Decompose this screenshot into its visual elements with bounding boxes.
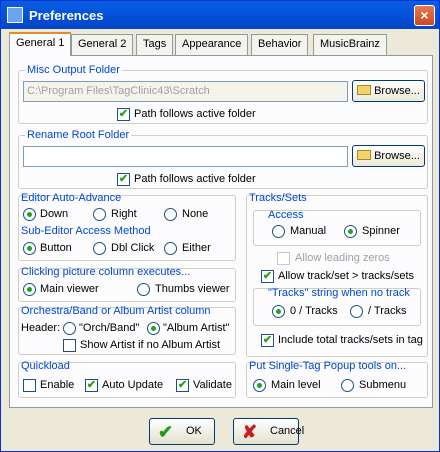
submenu-radio[interactable]: [341, 379, 354, 392]
misc-follows-label: Path follows active folder: [134, 108, 256, 120]
main-level-label: Main level: [271, 379, 321, 391]
show-artist-label: Show Artist if no Album Artist: [80, 339, 221, 351]
x-icon: ✘: [242, 422, 258, 442]
rename-root-browse-button[interactable]: Browse...: [352, 145, 425, 167]
sub-editor-dblclick-label: Dbl Click: [111, 242, 155, 254]
tab-behavior[interactable]: Behavior: [251, 34, 309, 55]
allow-leading-zeros-label: Allow leading zeros: [295, 252, 390, 264]
show-artist-checkbox[interactable]: [63, 339, 76, 352]
misc-output-path: C:\Program Files\TagClinic43\Scratch: [23, 81, 348, 102]
advance-right-radio[interactable]: [93, 208, 106, 221]
access-group: Access Manual Spinner: [253, 209, 421, 246]
rename-root-title: Rename Root Folder: [25, 129, 132, 141]
validate-checkbox[interactable]: ✔: [176, 379, 189, 392]
picture-column-group: Clicking picture column executes... Main…: [18, 266, 236, 302]
sub-editor-dblclick-radio[interactable]: [93, 242, 106, 255]
cancel-button[interactable]: ✘ Cancel: [233, 418, 304, 445]
tracks-sets-title: Tracks/Sets: [249, 192, 307, 204]
tracks-zero-label: 0 / Tracks: [290, 305, 338, 317]
advance-down-label: Down: [40, 208, 69, 220]
quickload-enable-checkbox[interactable]: [23, 379, 36, 392]
tab-appearance[interactable]: Appearance: [175, 34, 249, 55]
rename-follows-checkbox[interactable]: ✔: [117, 173, 130, 186]
tracks-slash-label: / Tracks: [368, 305, 407, 317]
tracks-zero-radio[interactable]: [272, 305, 285, 318]
advance-right-label: Right: [111, 208, 137, 220]
rename-root-group: Rename Root Folder Browse... ✔ Path foll…: [18, 129, 428, 189]
misc-output-title: Misc Output Folder: [25, 64, 122, 76]
picture-column-title: Clicking picture column executes...: [21, 266, 191, 278]
window-title: Preferences: [29, 8, 104, 23]
tab-musicbrainz[interactable]: MusicBrainz: [313, 34, 387, 55]
album-artist-label: "Album Artist": [163, 322, 230, 334]
advance-none-radio[interactable]: [164, 208, 177, 221]
rename-root-path-input[interactable]: [23, 146, 348, 167]
app-icon: [7, 7, 23, 23]
tab-general-1[interactable]: General 1: [9, 32, 72, 56]
tracks-slash-radio[interactable]: [350, 305, 363, 318]
tracks-string-title: "Tracks" string when no track: [268, 287, 410, 299]
auto-update-label: Auto Update: [102, 379, 164, 391]
single-tag-popup-title: Put Single-Tag Popup tools on...: [249, 360, 407, 372]
thumbs-viewer-radio[interactable]: [137, 283, 150, 296]
quickload-group: Quickload Enable ✔ Auto Update ✔ Validat…: [18, 360, 236, 398]
ok-button[interactable]: ✔ OK: [149, 418, 215, 445]
submenu-label: Submenu: [359, 379, 407, 391]
sub-editor-title: Sub-Editor Access Method: [21, 225, 151, 237]
tab-general-2[interactable]: General 2: [71, 34, 134, 55]
main-viewer-radio[interactable]: [23, 283, 36, 296]
allow-leading-zeros-checkbox: [277, 252, 290, 265]
thumbs-viewer-label: Thumbs viewer: [155, 283, 230, 295]
quickload-enable-label: Enable: [40, 379, 75, 391]
misc-output-browse-button[interactable]: Browse...: [352, 80, 425, 102]
main-viewer-label: Main viewer: [40, 283, 99, 295]
allow-track-gt-checkbox[interactable]: ✔: [261, 270, 274, 283]
auto-update-checkbox[interactable]: ✔: [85, 379, 98, 392]
advance-down-radio[interactable]: [23, 208, 36, 221]
quickload-title: Quickload: [21, 360, 70, 372]
access-spinner-radio[interactable]: [344, 225, 357, 238]
misc-follows-checkbox[interactable]: ✔: [117, 108, 130, 121]
tab-tags[interactable]: Tags: [136, 34, 174, 55]
main-level-radio[interactable]: [253, 379, 266, 392]
allow-track-gt-label: Allow track/set > tracks/sets: [278, 270, 415, 282]
close-button[interactable]: ×: [414, 5, 435, 26]
single-tag-popup-group: Put Single-Tag Popup tools on... Main le…: [246, 360, 428, 398]
orch-band-label: "Orch/Band": [79, 322, 140, 334]
sub-editor-button-radio[interactable]: [23, 242, 36, 255]
sub-editor-either-label: Either: [182, 242, 211, 254]
orch-band-radio[interactable]: [63, 322, 76, 335]
tab-panel: Misc Output Folder C:\Program Files\TagC…: [9, 55, 433, 408]
access-manual-radio[interactable]: [272, 225, 285, 238]
access-title: Access: [268, 209, 304, 221]
validate-label: Validate: [193, 379, 232, 391]
title-bar[interactable]: Preferences ×: [1, 1, 439, 29]
cancel-label: Cancel: [270, 425, 305, 437]
album-artist-radio[interactable]: [147, 322, 160, 335]
folder-icon: [357, 150, 372, 160]
header-label: Header:: [21, 322, 61, 334]
preferences-window: Preferences × General 1 General 2 Tags A…: [0, 0, 440, 452]
rename-follows-label: Path follows active folder: [134, 173, 256, 185]
orchestra-title: Orchestra/Band or Album Artist column: [21, 305, 211, 317]
include-total-label: Include total tracks/sets in tag: [278, 334, 423, 346]
access-manual-label: Manual: [290, 225, 327, 237]
ok-label: OK: [186, 425, 202, 437]
misc-output-group: Misc Output Folder C:\Program Files\TagC…: [18, 64, 428, 124]
tracks-string-group: "Tracks" string when no track 0 / Tracks…: [253, 287, 421, 326]
sub-editor-either-radio[interactable]: [164, 242, 177, 255]
check-icon: ✔: [158, 422, 174, 442]
include-total-checkbox[interactable]: ✔: [261, 334, 274, 347]
editor-auto-advance-title: Editor Auto-Advance: [21, 192, 122, 204]
access-spinner-label: Spinner: [362, 225, 400, 237]
folder-icon: [357, 85, 372, 95]
editor-auto-advance-group: Editor Auto-Advance Down Right None Sub-…: [18, 192, 236, 261]
tracks-sets-group: Tracks/Sets Access Manual Spinner Allow …: [246, 192, 428, 357]
sub-editor-button-label: Button: [40, 242, 72, 254]
orchestra-group: Orchestra/Band or Album Artist column He…: [18, 305, 236, 355]
advance-none-label: None: [182, 208, 209, 220]
